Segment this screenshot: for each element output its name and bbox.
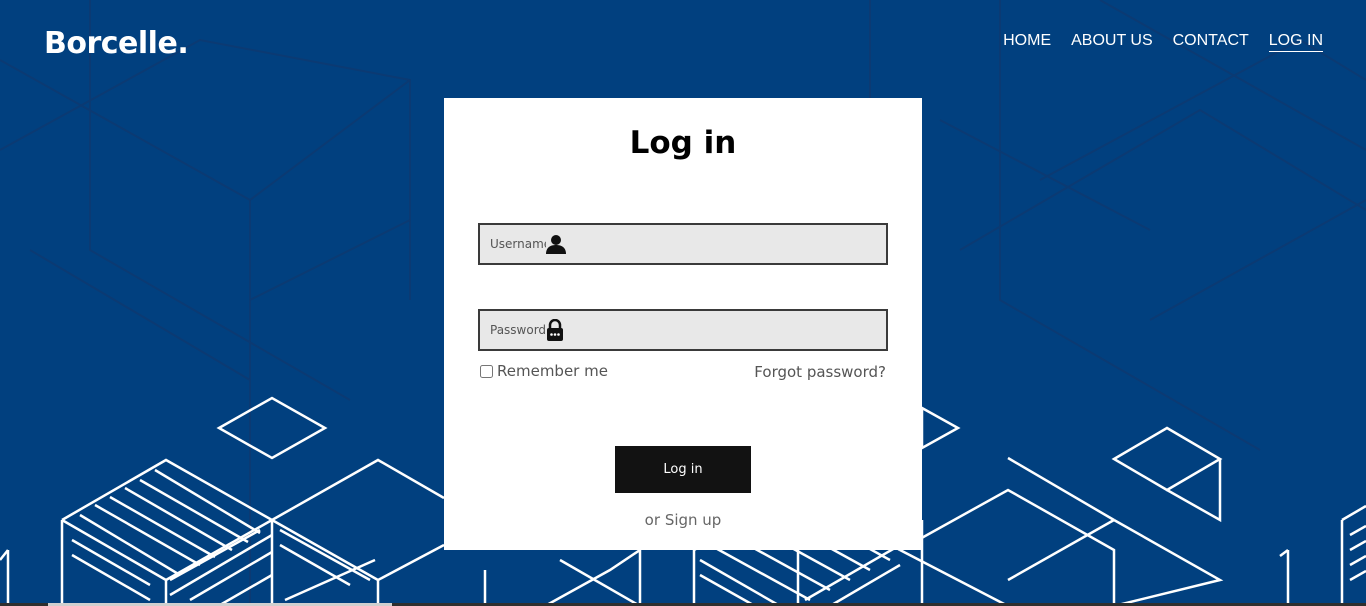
password-field[interactable] — [478, 309, 888, 351]
login-submit-button[interactable]: Log in — [615, 446, 751, 493]
username-field[interactable] — [478, 223, 888, 265]
user-icon — [546, 225, 566, 263]
signup-line: or Sign up — [444, 511, 922, 529]
username-input[interactable] — [480, 225, 546, 263]
lock-icon — [546, 311, 564, 349]
nav-about-us[interactable]: ABOUT US — [1071, 32, 1153, 52]
login-card: Log in Remember me Forgot password? Log … — [444, 98, 922, 550]
remember-me-checkbox[interactable] — [480, 364, 493, 378]
remember-me-label: Remember me — [497, 362, 608, 380]
signup-prefix: or — [644, 511, 661, 529]
password-input[interactable] — [480, 311, 546, 349]
brand-logo[interactable]: Borcelle. — [44, 26, 189, 61]
forgot-password-link[interactable]: Forgot password? — [754, 363, 886, 381]
signup-link[interactable]: Sign up — [665, 511, 722, 529]
top-nav: HOME ABOUT US CONTACT LOG IN — [1003, 32, 1323, 52]
nav-log-in[interactable]: LOG IN — [1268, 32, 1323, 52]
login-title: Log in — [629, 125, 737, 161]
remember-me[interactable]: Remember me — [480, 362, 608, 380]
nav-contact[interactable]: CONTACT — [1173, 32, 1249, 52]
nav-home[interactable]: HOME — [1003, 32, 1051, 52]
